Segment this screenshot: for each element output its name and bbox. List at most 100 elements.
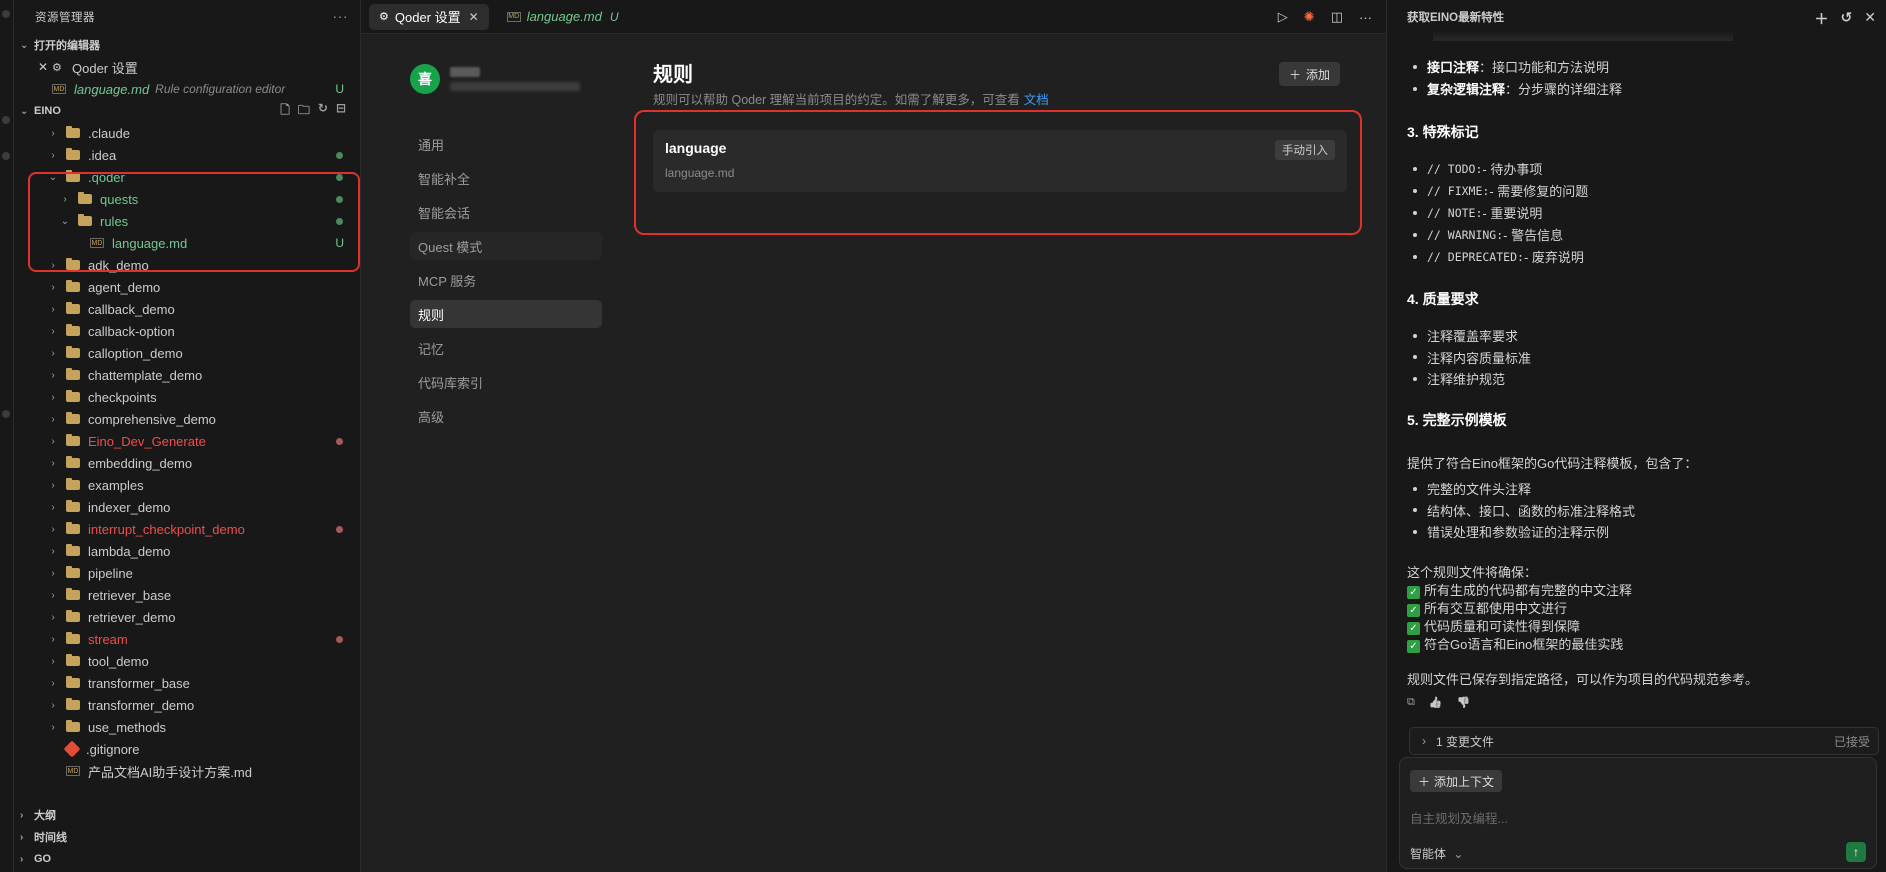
tree-item[interactable]: › transformer_demo bbox=[14, 694, 360, 716]
open-editor-name: Qoder 设置 bbox=[72, 60, 138, 76]
folder-icon bbox=[78, 214, 92, 226]
open-editor-desc: Rule configuration editor bbox=[155, 82, 286, 96]
new-chat-icon[interactable]: ＋ bbox=[1815, 9, 1829, 29]
thumbs-down-icon[interactable]: 👎 bbox=[1457, 696, 1471, 709]
tree-item[interactable]: › callback-option bbox=[14, 320, 360, 342]
run-icon[interactable]: ▷ bbox=[1278, 9, 1288, 25]
tree-item[interactable]: › callback_demo bbox=[14, 298, 360, 320]
project-section[interactable]: ⌄ EINO 🗋 🗀 ↻ ⊟ bbox=[14, 100, 360, 122]
activity-icon[interactable] bbox=[2, 410, 10, 418]
tree-item[interactable]: › .claude bbox=[14, 122, 360, 144]
send-button[interactable]: ↑ bbox=[1846, 842, 1866, 862]
tree-item[interactable]: MD language.md U bbox=[14, 232, 360, 254]
tree-item[interactable]: › retriever_demo bbox=[14, 606, 360, 628]
more-icon[interactable]: ··· bbox=[1359, 10, 1372, 25]
tab-language-md[interactable]: MD language.md U bbox=[497, 4, 629, 30]
qoder-icon[interactable]: ✺ bbox=[1304, 9, 1315, 25]
activity-icon[interactable] bbox=[2, 152, 10, 160]
tree-item[interactable]: › agent_demo bbox=[14, 276, 360, 298]
folder-icon bbox=[66, 346, 80, 358]
activity-icon[interactable] bbox=[2, 116, 10, 124]
open-editor-item[interactable]: ✕ ⚙ Qoder 设置 bbox=[14, 56, 360, 78]
more-icon[interactable]: ··· bbox=[333, 8, 349, 24]
folder-icon bbox=[66, 522, 80, 534]
add-context-button[interactable]: ＋ 添加上下文 bbox=[1410, 770, 1503, 792]
outline-section[interactable]: › GO bbox=[14, 848, 361, 870]
settings-nav-item[interactable]: 高级 bbox=[410, 402, 602, 430]
tree-item[interactable]: › use_methods bbox=[14, 716, 360, 738]
tree-item[interactable]: › stream bbox=[14, 628, 360, 650]
settings-nav-item[interactable]: 智能补全 bbox=[410, 164, 602, 192]
close-icon[interactable]: ✕ bbox=[1864, 9, 1876, 29]
section-label: 时间线 bbox=[34, 832, 67, 844]
chevron-right-icon: › bbox=[63, 193, 67, 205]
tree-item[interactable]: › .idea bbox=[14, 144, 360, 166]
close-icon[interactable]: ✕ bbox=[38, 60, 52, 74]
close-icon[interactable]: ✕ bbox=[469, 10, 479, 24]
open-editor-item[interactable]: MD language.md Rule configuration editor… bbox=[14, 78, 360, 100]
history-icon[interactable]: ↺ bbox=[1841, 9, 1853, 29]
tree-item[interactable]: › pipeline bbox=[14, 562, 360, 584]
thumbs-up-icon[interactable]: 👍 bbox=[1429, 696, 1443, 709]
bottom-sections: › 大纲 › 时间线 › GO bbox=[14, 804, 361, 870]
activity-icon[interactable] bbox=[2, 10, 10, 18]
tree-item[interactable]: › checkpoints bbox=[14, 386, 360, 408]
tree-item[interactable]: › Eino_Dev_Generate bbox=[14, 430, 360, 452]
tab-qoder-settings[interactable]: ⚙ Qoder 设置 ✕ bbox=[369, 3, 489, 30]
chevron-right-icon: › bbox=[51, 413, 55, 425]
folder-icon bbox=[66, 368, 80, 380]
settings-nav-item[interactable]: 规则 bbox=[410, 300, 602, 328]
add-rule-button[interactable]: ＋ 添加 bbox=[1279, 62, 1341, 86]
settings-nav-item[interactable]: 通用 bbox=[410, 130, 602, 158]
tree-item[interactable]: › transformer_base bbox=[14, 672, 360, 694]
tree-item[interactable]: ⌄ .qoder bbox=[14, 166, 360, 188]
open-editors-section[interactable]: ⌄ 打开的编辑器 bbox=[14, 34, 360, 56]
settings-nav-item[interactable]: 代码库索引 bbox=[410, 368, 602, 396]
tree-item[interactable]: › retriever_base bbox=[14, 584, 360, 606]
collapse-all-icon[interactable]: ⊟ bbox=[336, 101, 346, 122]
settings-nav-item[interactable]: 记忆 bbox=[410, 334, 602, 362]
tree-item[interactable]: MD 产品文档AI助手设计方案.md bbox=[14, 760, 360, 782]
code-text: // TODO: bbox=[1427, 161, 1483, 176]
settings-nav-item[interactable]: MCP 服务 bbox=[410, 266, 602, 294]
outline-section[interactable]: › 时间线 bbox=[14, 826, 361, 848]
tree-item[interactable]: › adk_demo bbox=[14, 254, 360, 276]
settings-nav-item[interactable]: 智能会话 bbox=[410, 198, 602, 226]
tree-item[interactable]: › calloption_demo bbox=[14, 342, 360, 364]
new-folder-icon[interactable]: 🗀 bbox=[298, 101, 310, 122]
tree-item-label: chattemplate_demo bbox=[88, 367, 203, 383]
tree-item[interactable]: › comprehensive_demo bbox=[14, 408, 360, 430]
list-item: 注释维护规范 bbox=[1413, 369, 1505, 388]
chevron-right-icon: › bbox=[51, 655, 55, 667]
tree-item[interactable]: › examples bbox=[14, 474, 360, 496]
list-item: 接口注释 ：接口功能和方法说明 bbox=[1413, 57, 1609, 76]
open-editors-label: 打开的编辑器 bbox=[34, 40, 100, 52]
tree-item[interactable]: › tool_demo bbox=[14, 650, 360, 672]
chat-input[interactable]: 自主规划及编程... bbox=[1410, 808, 1508, 827]
copy-icon[interactable]: ⧉ bbox=[1407, 696, 1415, 709]
rule-file: language.md bbox=[665, 166, 735, 180]
tree-item[interactable]: › lambda_demo bbox=[14, 540, 360, 562]
tree-item-label: adk_demo bbox=[88, 257, 149, 273]
tree-item[interactable]: › embedding_demo bbox=[14, 452, 360, 474]
tree-item[interactable]: › chattemplate_demo bbox=[14, 364, 360, 386]
docs-link[interactable]: 文档 bbox=[1024, 93, 1049, 107]
changed-files-bar[interactable]: › 1 变更文件 已接受 bbox=[1409, 727, 1879, 755]
agent-mode-select[interactable]: 智能体 ⌄ bbox=[1410, 845, 1463, 862]
tree-item[interactable]: ⌄ rules bbox=[14, 210, 360, 232]
code-text: // WARNING: bbox=[1427, 227, 1504, 242]
outline-section[interactable]: › 大纲 bbox=[14, 804, 361, 826]
tree-item[interactable]: › quests bbox=[14, 188, 360, 210]
settings-nav-item[interactable]: Quest 模式 bbox=[410, 232, 602, 260]
tree-item[interactable]: › interrupt_checkpoint_demo bbox=[14, 518, 360, 540]
chevron-down-icon: ⌄ bbox=[48, 171, 58, 183]
tree-item[interactable]: .gitignore bbox=[14, 738, 360, 760]
split-editor-icon[interactable]: ◫ bbox=[1331, 9, 1343, 25]
refresh-icon[interactable]: ↻ bbox=[318, 101, 328, 122]
chevron-right-icon: › bbox=[51, 127, 55, 139]
new-file-icon[interactable]: 🗋 bbox=[280, 101, 290, 122]
tree-item-label: agent_demo bbox=[88, 279, 161, 295]
tree-item[interactable]: › indexer_demo bbox=[14, 496, 360, 518]
rule-type-badge[interactable]: 手动引入 bbox=[1275, 140, 1335, 160]
rule-card[interactable]: language language.md 手动引入 bbox=[653, 130, 1347, 192]
